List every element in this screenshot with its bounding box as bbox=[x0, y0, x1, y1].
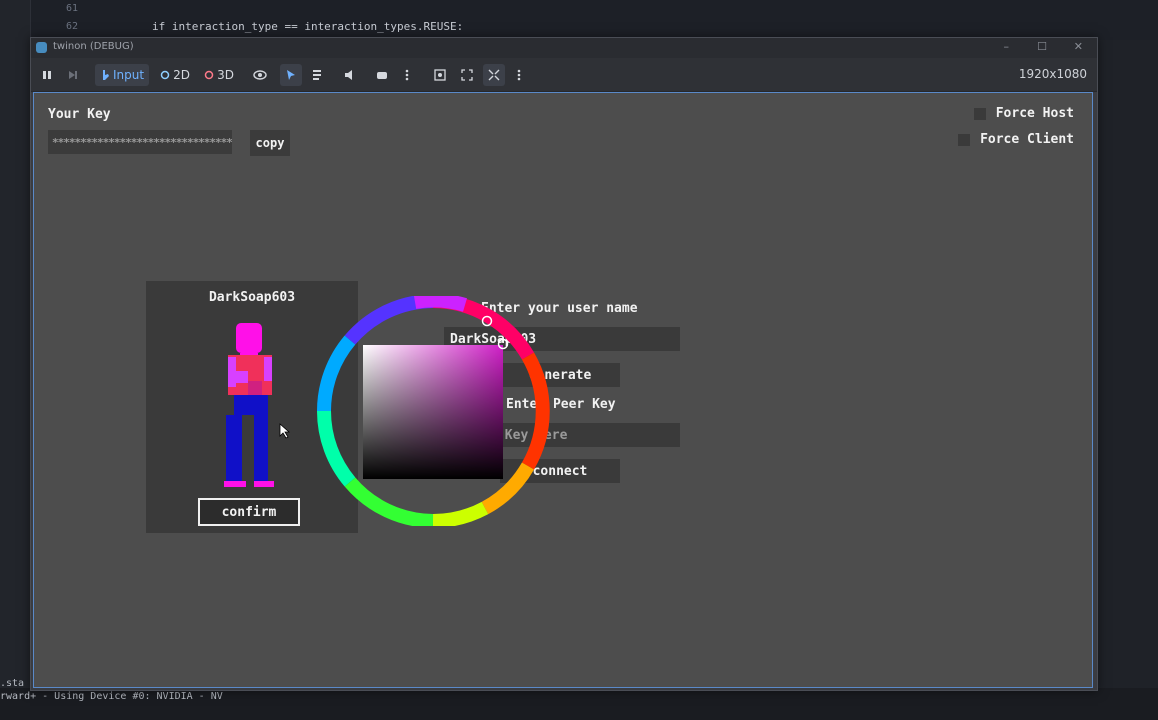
character-sprite bbox=[224, 323, 274, 487]
resolution-label: 1920x1080 bbox=[1018, 67, 1087, 81]
copy-button[interactable]: copy bbox=[250, 130, 290, 156]
force-client-label: Force Client bbox=[980, 132, 1074, 147]
fullscreen-button[interactable] bbox=[483, 64, 505, 86]
circle-3d-icon bbox=[204, 70, 214, 80]
output-line: rward+ - Using Device #0: NVIDIA - NV bbox=[0, 691, 223, 702]
line-number: 62 bbox=[66, 21, 79, 32]
more-vertical-icon bbox=[517, 69, 521, 81]
close-button[interactable]: ✕ bbox=[1074, 40, 1083, 53]
input-mode-label: Input bbox=[112, 68, 145, 82]
sprite-shirt-patch bbox=[236, 371, 248, 383]
mode-3d-button[interactable]: 3D bbox=[202, 64, 236, 86]
sprite-shoe-left bbox=[224, 481, 246, 487]
mouse-cursor-icon bbox=[279, 423, 291, 439]
sprite-shoe-right bbox=[254, 481, 274, 487]
your-key-field[interactable]: ******************************** bbox=[48, 130, 232, 154]
input-mode-button[interactable]: Input bbox=[95, 64, 149, 86]
sprite-leg-left bbox=[226, 415, 242, 481]
step-forward-icon bbox=[69, 71, 77, 79]
force-host-checkbox[interactable] bbox=[973, 107, 986, 120]
maximize-button[interactable]: ☐ bbox=[1037, 40, 1047, 53]
select-tool-button[interactable] bbox=[280, 64, 302, 86]
sprite-leg-right bbox=[254, 415, 268, 481]
select-arrow-icon bbox=[287, 70, 295, 80]
expand-button[interactable] bbox=[458, 64, 476, 86]
line-number: 61 bbox=[66, 3, 79, 14]
code-editor-background: 61 62 if interaction_type == interaction… bbox=[0, 0, 1158, 40]
sprite-arm-right bbox=[264, 357, 272, 381]
camera-icon bbox=[377, 72, 387, 79]
mode-3d-label: 3D bbox=[217, 68, 234, 82]
sprite-arm-left bbox=[228, 357, 236, 387]
eye-icon bbox=[253, 70, 267, 80]
audio-button[interactable] bbox=[341, 64, 359, 86]
more-vertical-icon bbox=[405, 69, 409, 81]
list-icon bbox=[313, 70, 321, 80]
output-line: .sta bbox=[0, 678, 25, 689]
mode-2d-label: 2D bbox=[173, 68, 190, 82]
circle-2d-icon bbox=[160, 70, 170, 80]
game-viewport: Your Key *******************************… bbox=[33, 92, 1093, 688]
sprite-shirt-shade bbox=[248, 381, 262, 395]
force-host-label: Force Host bbox=[995, 106, 1074, 121]
more-options-button-2[interactable] bbox=[513, 64, 525, 86]
window-title: twinon (DEBUG) bbox=[53, 41, 134, 52]
editor-left-panel bbox=[0, 0, 31, 720]
sprite-hips bbox=[234, 395, 268, 415]
pause-button[interactable] bbox=[39, 64, 55, 86]
frame-button[interactable] bbox=[431, 64, 449, 86]
value-gradient bbox=[363, 345, 503, 479]
debug-toolbar: Input 2D 3D 1920x1080 bbox=[31, 58, 1097, 92]
confirm-button[interactable]: confirm bbox=[198, 498, 300, 526]
code-line: if interaction_type == interaction_types… bbox=[152, 20, 464, 33]
camera-button[interactable] bbox=[373, 64, 391, 86]
hand-icon bbox=[102, 70, 109, 80]
your-key-label: Your Key bbox=[48, 107, 111, 122]
pause-icon bbox=[43, 71, 51, 79]
mode-2d-button[interactable]: 2D bbox=[158, 64, 192, 86]
step-forward-button[interactable] bbox=[65, 64, 81, 86]
editor-minimap bbox=[1096, 40, 1158, 720]
expand-icon bbox=[461, 69, 473, 81]
force-client-toggle[interactable]: Force Client bbox=[958, 132, 1074, 147]
force-client-checkbox[interactable] bbox=[958, 133, 971, 146]
app-icon bbox=[36, 42, 47, 53]
editor-output-panel: .sta rward+ - Using Device #0: NVIDIA - … bbox=[0, 678, 1158, 720]
sprite-head bbox=[236, 323, 262, 353]
frame-icon bbox=[434, 69, 446, 81]
window-titlebar: twinon (DEBUG) – ☐ ✕ bbox=[31, 38, 1097, 58]
list-tool-button[interactable] bbox=[309, 64, 327, 86]
force-host-toggle[interactable]: Force Host bbox=[973, 106, 1074, 121]
more-options-button[interactable] bbox=[401, 64, 413, 86]
fullscreen-icon bbox=[488, 69, 500, 81]
minimize-button[interactable]: – bbox=[1004, 40, 1010, 53]
visibility-button[interactable] bbox=[251, 64, 269, 86]
color-picker[interactable] bbox=[315, 296, 551, 526]
game-window: twinon (DEBUG) – ☐ ✕ Input 2D 3D 1920x10… bbox=[30, 37, 1098, 691]
speaker-icon bbox=[345, 70, 352, 80]
